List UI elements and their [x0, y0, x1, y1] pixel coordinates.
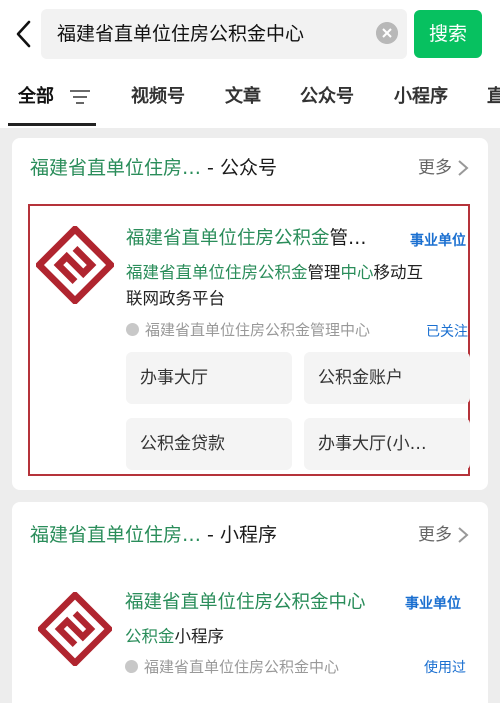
housing-fund-logo-icon	[38, 592, 112, 666]
chevron-right-icon	[458, 160, 469, 176]
verified-icon	[125, 660, 138, 673]
mini-program-description: 公积金小程序	[125, 627, 224, 646]
housing-fund-logo-icon	[36, 226, 114, 304]
mini-program-header[interactable]: 福建省直单位住房… - 小程序 更多	[12, 502, 488, 560]
account-description: 福建省直单位住房公积金管理中心移动互 联网政务平台	[126, 263, 423, 308]
filter-icon[interactable]	[70, 88, 90, 106]
search-input[interactable]: 福建省直单位住房公积金中心	[41, 9, 407, 59]
chevron-right-icon	[458, 527, 469, 543]
mini-program-card: 福建省直单位住房… - 小程序 更多 福建省直单位住房公积金中心 事业单位 公积…	[12, 502, 488, 703]
service-button-loan[interactable]: 公积金贷款	[126, 418, 292, 470]
more-link[interactable]: 更多	[418, 524, 452, 546]
back-arrow-icon[interactable]	[10, 16, 38, 52]
more-link[interactable]: 更多	[418, 157, 452, 179]
section-title: 福建省直单位住房… - 公众号	[30, 157, 277, 179]
active-tab-indicator	[8, 123, 96, 126]
search-button[interactable]: 搜索	[414, 10, 482, 58]
service-button-account[interactable]: 公积金账户	[304, 352, 470, 404]
service-button-hall-mini[interactable]: 办事大厅(小…	[304, 418, 470, 470]
tab-all[interactable]: 全部	[18, 84, 54, 110]
verification-row: 福建省直单位住房公积金管理中心	[126, 320, 370, 340]
clear-icon[interactable]	[376, 22, 398, 44]
org-type-badge: 事业单位	[405, 596, 461, 612]
tab-channels[interactable]: 视频号	[131, 84, 185, 110]
search-query-text[interactable]: 福建省直单位住房公积金中心	[57, 19, 304, 49]
tab-official-accounts[interactable]: 公众号	[300, 84, 354, 110]
official-account-header[interactable]: 福建省直单位住房… - 公众号 更多	[12, 138, 488, 196]
tab-mini-programs[interactable]: 小程序	[394, 84, 448, 110]
mini-program-result[interactable]: 福建省直单位住房公积金中心 事业单位 公积金小程序 福建省直单位住房公积金中心 …	[12, 564, 488, 703]
official-account-card: 福建省直单位住房… - 公众号 更多 福建省直单位住房公积金管… 事业单位 福建…	[12, 138, 488, 490]
usage-status: 使用过	[424, 660, 466, 676]
account-name: 福建省直单位住房公积金管…	[126, 228, 367, 249]
official-account-result[interactable]: 福建省直单位住房公积金管… 事业单位 福建省直单位住房公积金管理中心移动互 联网…	[28, 204, 470, 476]
follow-status: 已关注	[426, 324, 468, 340]
mini-program-name: 福建省直单位住房公积金中心	[125, 592, 366, 613]
tab-articles[interactable]: 文章	[225, 84, 261, 110]
category-tabs: 全部 视频号 文章 公众号 小程序 直	[0, 68, 500, 128]
search-bar: 福建省直单位住房公积金中心 搜索	[0, 0, 500, 68]
service-button-hall[interactable]: 办事大厅	[126, 352, 292, 404]
tab-more-overflow[interactable]: 直	[487, 84, 500, 110]
org-type-badge: 事业单位	[410, 233, 466, 249]
section-title: 福建省直单位住房… - 小程序	[30, 524, 277, 546]
verified-icon	[126, 323, 139, 336]
verification-row: 福建省直单位住房公积金中心	[125, 657, 339, 677]
